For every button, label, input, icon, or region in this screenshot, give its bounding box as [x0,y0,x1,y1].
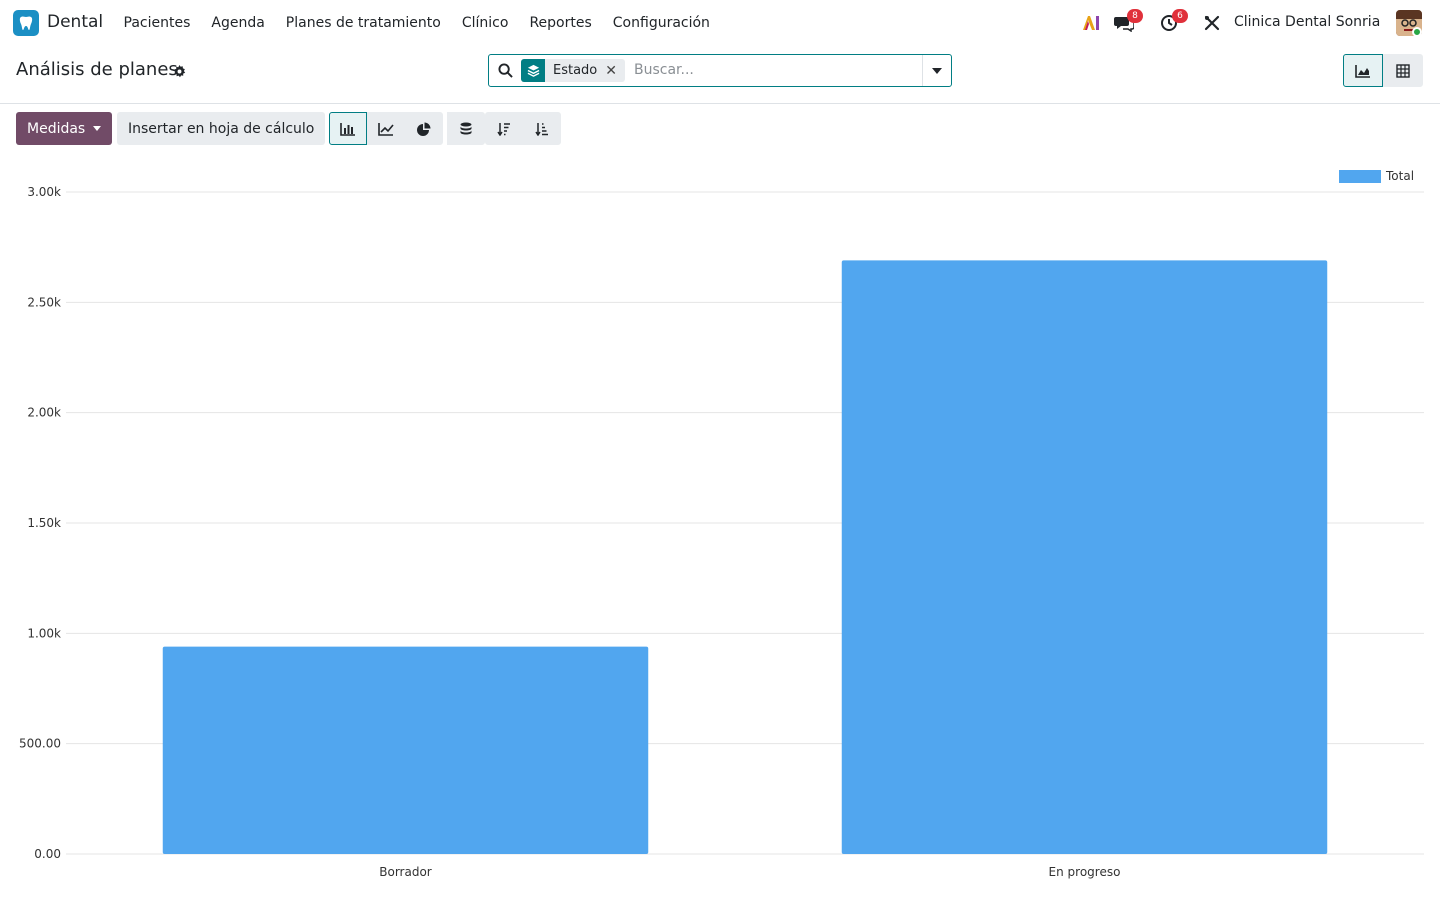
search-icon[interactable] [498,63,513,82]
menu-item-configuracion[interactable]: Configuración [602,15,720,31]
caret-down-icon [93,126,102,131]
facet-label: Estado [553,63,598,78]
online-status-dot [1412,27,1422,37]
tooth-logo-icon[interactable] [13,10,39,36]
legend-label: Total [1385,169,1414,183]
control-panel-divider [0,103,1440,104]
company-switcher[interactable]: Clinica Dental Sonria [1234,14,1380,30]
menu-item-planes[interactable]: Planes de tratamiento [275,15,451,31]
bar-chart-button[interactable] [329,112,367,145]
menu-item-pacientes[interactable]: Pacientes [113,15,201,31]
y-tick-label: 2.00k [27,406,61,420]
search-input[interactable] [634,62,914,78]
messages-icon[interactable]: 8 [1113,9,1143,34]
bar-chart-icon [340,122,355,136]
search-options-toggle[interactable] [922,55,951,86]
menu-item-reportes[interactable]: Reportes [519,15,602,31]
debug-tools-icon[interactable] [1201,12,1223,34]
y-tick-label: 0.00 [34,847,61,861]
sort-asc-icon [535,122,548,136]
app-name[interactable]: Dental [47,12,103,32]
pie-chart-button[interactable] [405,112,443,145]
stacked-button[interactable] [447,112,485,145]
database-icon [460,122,472,134]
activities-clock-icon[interactable]: 6 [1158,9,1188,34]
y-tick-label: 3.00k [27,185,61,199]
facet-remove-icon[interactable]: ✕ [605,63,625,79]
view-switcher [1343,54,1423,87]
x-tick-label: Borrador [379,865,432,879]
sort-group [485,112,561,145]
sort-desc-icon [497,122,510,136]
graph-view-button[interactable] [1343,54,1383,87]
page-title: Análisis de planes [16,59,178,80]
top-navbar: Dental Pacientes Agenda Planes de tratam… [0,0,1440,46]
pivot-view-button[interactable] [1383,54,1423,87]
y-tick-label: 1.50k [27,516,61,530]
bar[interactable] [162,646,649,854]
y-tick-label: 2.50k [27,295,61,309]
measures-label: Medidas [27,120,86,137]
activities-badge: 6 [1172,9,1188,23]
legend-swatch [1339,170,1381,183]
line-chart-button[interactable] [367,112,405,145]
menu-item-clinico[interactable]: Clínico [451,15,519,31]
y-tick-label: 500.00 [19,737,61,751]
stacked-group [447,112,485,145]
bar-chart-svg: 0.00 500.00 1.00k 1.50k 2.00k 2.50k 3.00k Borra… [19,169,1424,879]
sort-ascending-button[interactable] [523,112,561,145]
search-facet-estado: Estado ✕ [521,59,625,82]
chart-type-group [329,112,443,145]
measures-dropdown-button[interactable]: Medidas [16,112,113,145]
menu-item-agenda[interactable]: Agenda [201,15,275,31]
insert-spreadsheet-button[interactable]: Insertar en hoja de cálculo [117,112,326,145]
gear-icon[interactable] [173,63,186,82]
sort-descending-button[interactable] [485,112,523,145]
x-tick-label: En progreso [1049,865,1121,879]
bar[interactable] [841,260,1328,854]
insert-label: Insertar en hoja de cálculo [128,120,315,137]
graph-chart: 0.00 500.00 1.00k 1.50k 2.00k 2.50k 3.00k Borra… [0,150,1440,900]
main-menu: Pacientes Agenda Planes de tratamiento C… [113,0,720,46]
search-bar: Estado ✕ [488,54,952,87]
line-chart-icon [378,122,394,136]
ai-icon[interactable] [1080,12,1102,34]
pie-chart-icon [417,122,431,136]
y-tick-label: 1.00k [27,626,61,640]
messages-badge: 8 [1127,9,1143,23]
layers-icon [521,59,545,82]
